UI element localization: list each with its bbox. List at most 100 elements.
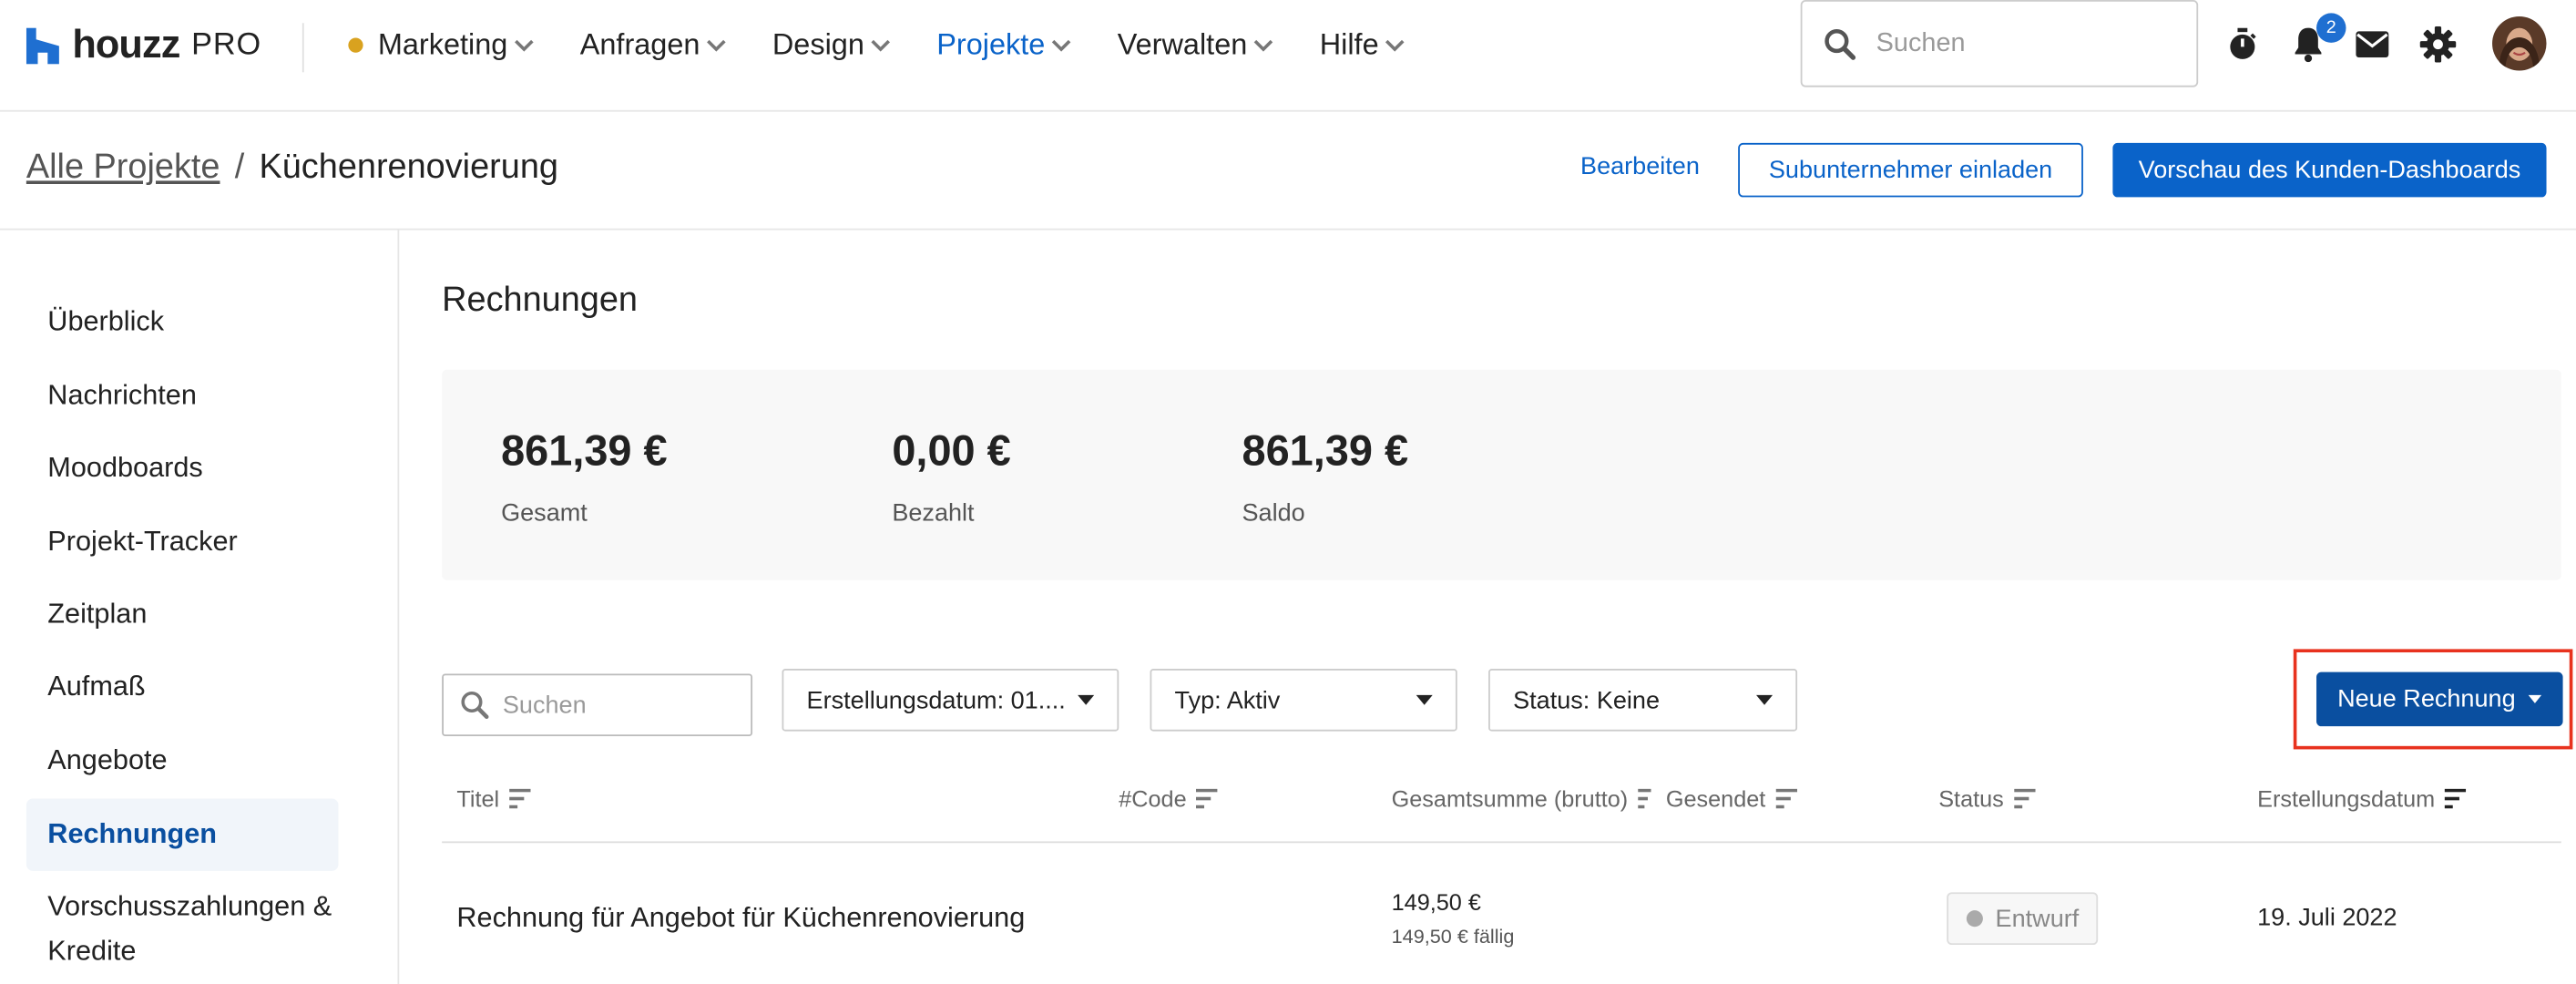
nav-item-anfragen[interactable]: Anfragen [580, 28, 727, 63]
nav-item-label: Marketing [377, 27, 508, 61]
sidebar-item-retainers-credits[interactable]: Vorschusszahlungen & Kredite [26, 884, 339, 972]
invoice-search[interactable] [442, 673, 753, 736]
created-date-filter[interactable]: Erstellungsdatum: 01.... [782, 669, 1119, 732]
edit-button[interactable]: Bearbeiten [1580, 153, 1700, 181]
top-navigation: houzz PRO Marketing Anfragen Design Proj… [0, 0, 2576, 112]
caret-down-icon [1756, 694, 1774, 705]
invite-subcontractor-button[interactable]: Subunternehmer einladen [1738, 142, 2083, 198]
sidebar-item-estimates[interactable]: Angebote [26, 724, 339, 796]
summary-value: 861,39 € [1242, 425, 1409, 476]
brand-name: houzz [72, 23, 180, 67]
search-icon [1825, 28, 1856, 59]
column-header-created-date[interactable]: Erstellungsdatum [2257, 785, 2467, 812]
sort-icon [1638, 788, 1651, 809]
nav-item-label: Verwalten [1117, 27, 1248, 61]
nav-item-marketing[interactable]: Marketing [348, 28, 534, 63]
type-filter-value: Typ: Aktiv [1174, 685, 1281, 714]
sidebar-item-moodboards[interactable]: Moodboards [26, 432, 339, 504]
chevron-down-icon [871, 38, 891, 51]
invoice-search-input[interactable] [499, 689, 736, 721]
global-search[interactable] [1800, 0, 2199, 87]
column-header-label: Status [1938, 785, 2004, 812]
houzz-logo[interactable]: houzz PRO [26, 23, 261, 68]
invoice-amount: 149,50 € [1391, 888, 1481, 916]
sort-icon [508, 788, 531, 809]
status-filter-value: Status: Keine [1513, 685, 1661, 714]
breadcrumb-current: Küchenrenovierung [259, 148, 558, 186]
summary-label: Bezahlt [892, 499, 975, 528]
sort-icon [1775, 788, 1797, 809]
status-badge: Entwurf [1947, 892, 2099, 946]
nav-item-label: Hilfe [1319, 27, 1379, 61]
chevron-down-icon [1052, 38, 1071, 51]
summary-paid: 0,00 € Bezahlt [892, 425, 1010, 528]
invoice-title[interactable]: Rechnung für Angebot für Küchenrenovieru… [456, 902, 1025, 935]
nav-item-label: Projekte [936, 27, 1046, 61]
nav-item-label: Anfragen [579, 27, 700, 61]
preview-client-dashboard-button[interactable]: Vorschau des Kunden-Dashboards [2112, 142, 2547, 198]
table-divider [442, 841, 2561, 844]
status-filter[interactable]: Status: Keine [1488, 669, 1798, 732]
brand-pro: PRO [191, 27, 262, 63]
status-dot [348, 37, 363, 53]
caret-down-icon [1078, 694, 1095, 705]
nav-item-projekte[interactable]: Projekte [936, 28, 1071, 63]
houzz-logo-icon [26, 27, 59, 65]
column-header-label: Gesendet [1665, 785, 1766, 812]
sort-active-icon [2445, 788, 2467, 809]
sidebar-item-invoices[interactable]: Rechnungen [26, 798, 339, 871]
settings-button[interactable] [2417, 23, 2459, 66]
nav-item-label: Design [772, 27, 864, 61]
nav-item-design[interactable]: Design [772, 28, 891, 63]
breadcrumb: Alle Projekte / Küchenrenovierung [26, 148, 558, 187]
envelope-icon [2356, 31, 2389, 58]
summary-value: 0,00 € [892, 425, 1011, 476]
breadcrumb-all-projects[interactable]: Alle Projekte [26, 148, 220, 187]
summary-value: 861,39 € [501, 425, 668, 476]
column-header-status[interactable]: Status [1938, 785, 2036, 812]
column-header-code[interactable]: #Code [1119, 785, 1218, 812]
chevron-down-icon [515, 38, 534, 51]
chevron-down-icon [1385, 38, 1405, 51]
sidebar-item-schedule[interactable]: Zeitplan [26, 579, 339, 651]
avatar-image [2492, 16, 2547, 71]
caret-down-icon [1416, 694, 1433, 705]
sidebar-item-measurements[interactable]: Aufmaß [26, 651, 339, 723]
nav-divider [302, 23, 304, 73]
type-filter[interactable]: Typ: Aktiv [1150, 669, 1457, 732]
status-label: Entwurf [1995, 904, 2080, 933]
invoice-summary: 861,39 € Gesamt 0,00 € Bezahlt 861,39 € … [442, 369, 2561, 580]
messages-button[interactable] [2351, 23, 2394, 66]
gear-icon [2419, 26, 2457, 63]
column-header-label: Gesamtsumme (brutto) [1391, 785, 1629, 812]
status-dot [1966, 910, 1983, 928]
stopwatch-icon [2230, 27, 2256, 59]
summary-total: 861,39 € Gesamt [501, 425, 668, 528]
column-header-sent[interactable]: Gesendet [1666, 785, 1797, 812]
column-header-title[interactable]: Titel [456, 785, 531, 812]
chevron-down-icon [1254, 38, 1273, 51]
nav-item-verwalten[interactable]: Verwalten [1118, 28, 1273, 63]
created-date-filter-value: Erstellungsdatum: 01.... [806, 685, 1066, 714]
new-invoice-label: Neue Rechnung [2337, 685, 2516, 713]
notification-count-badge: 2 [2316, 13, 2346, 43]
main-nav: Marketing Anfragen Design Projekte Verwa… [348, 28, 1451, 63]
summary-label: Saldo [1242, 499, 1305, 528]
sidebar-item-project-tracker[interactable]: Projekt-Tracker [26, 506, 339, 578]
invoice-amount-due: 149,50 € fällig [1391, 925, 1515, 948]
breadcrumb-separator: / [234, 148, 245, 186]
caret-down-icon [2529, 694, 2542, 703]
sidebar-item-overview[interactable]: Überblick [26, 286, 339, 358]
notifications-button[interactable]: 2 [2287, 13, 2346, 66]
nav-item-hilfe[interactable]: Hilfe [1320, 28, 1406, 63]
timer-button[interactable] [2221, 23, 2264, 66]
global-search-input[interactable] [1873, 26, 2175, 60]
column-header-total[interactable]: Gesamtsumme (brutto) [1392, 785, 1651, 812]
summary-balance: 861,39 € Saldo [1242, 425, 1408, 528]
sidebar-item-messages[interactable]: Nachrichten [26, 360, 339, 432]
project-sidebar: Überblick Nachrichten Moodboards Projekt… [0, 230, 400, 984]
sort-icon [1196, 788, 1218, 809]
summary-label: Gesamt [501, 499, 588, 528]
user-avatar[interactable] [2492, 16, 2547, 71]
new-invoice-button[interactable]: Neue Rechnung [2316, 671, 2563, 727]
